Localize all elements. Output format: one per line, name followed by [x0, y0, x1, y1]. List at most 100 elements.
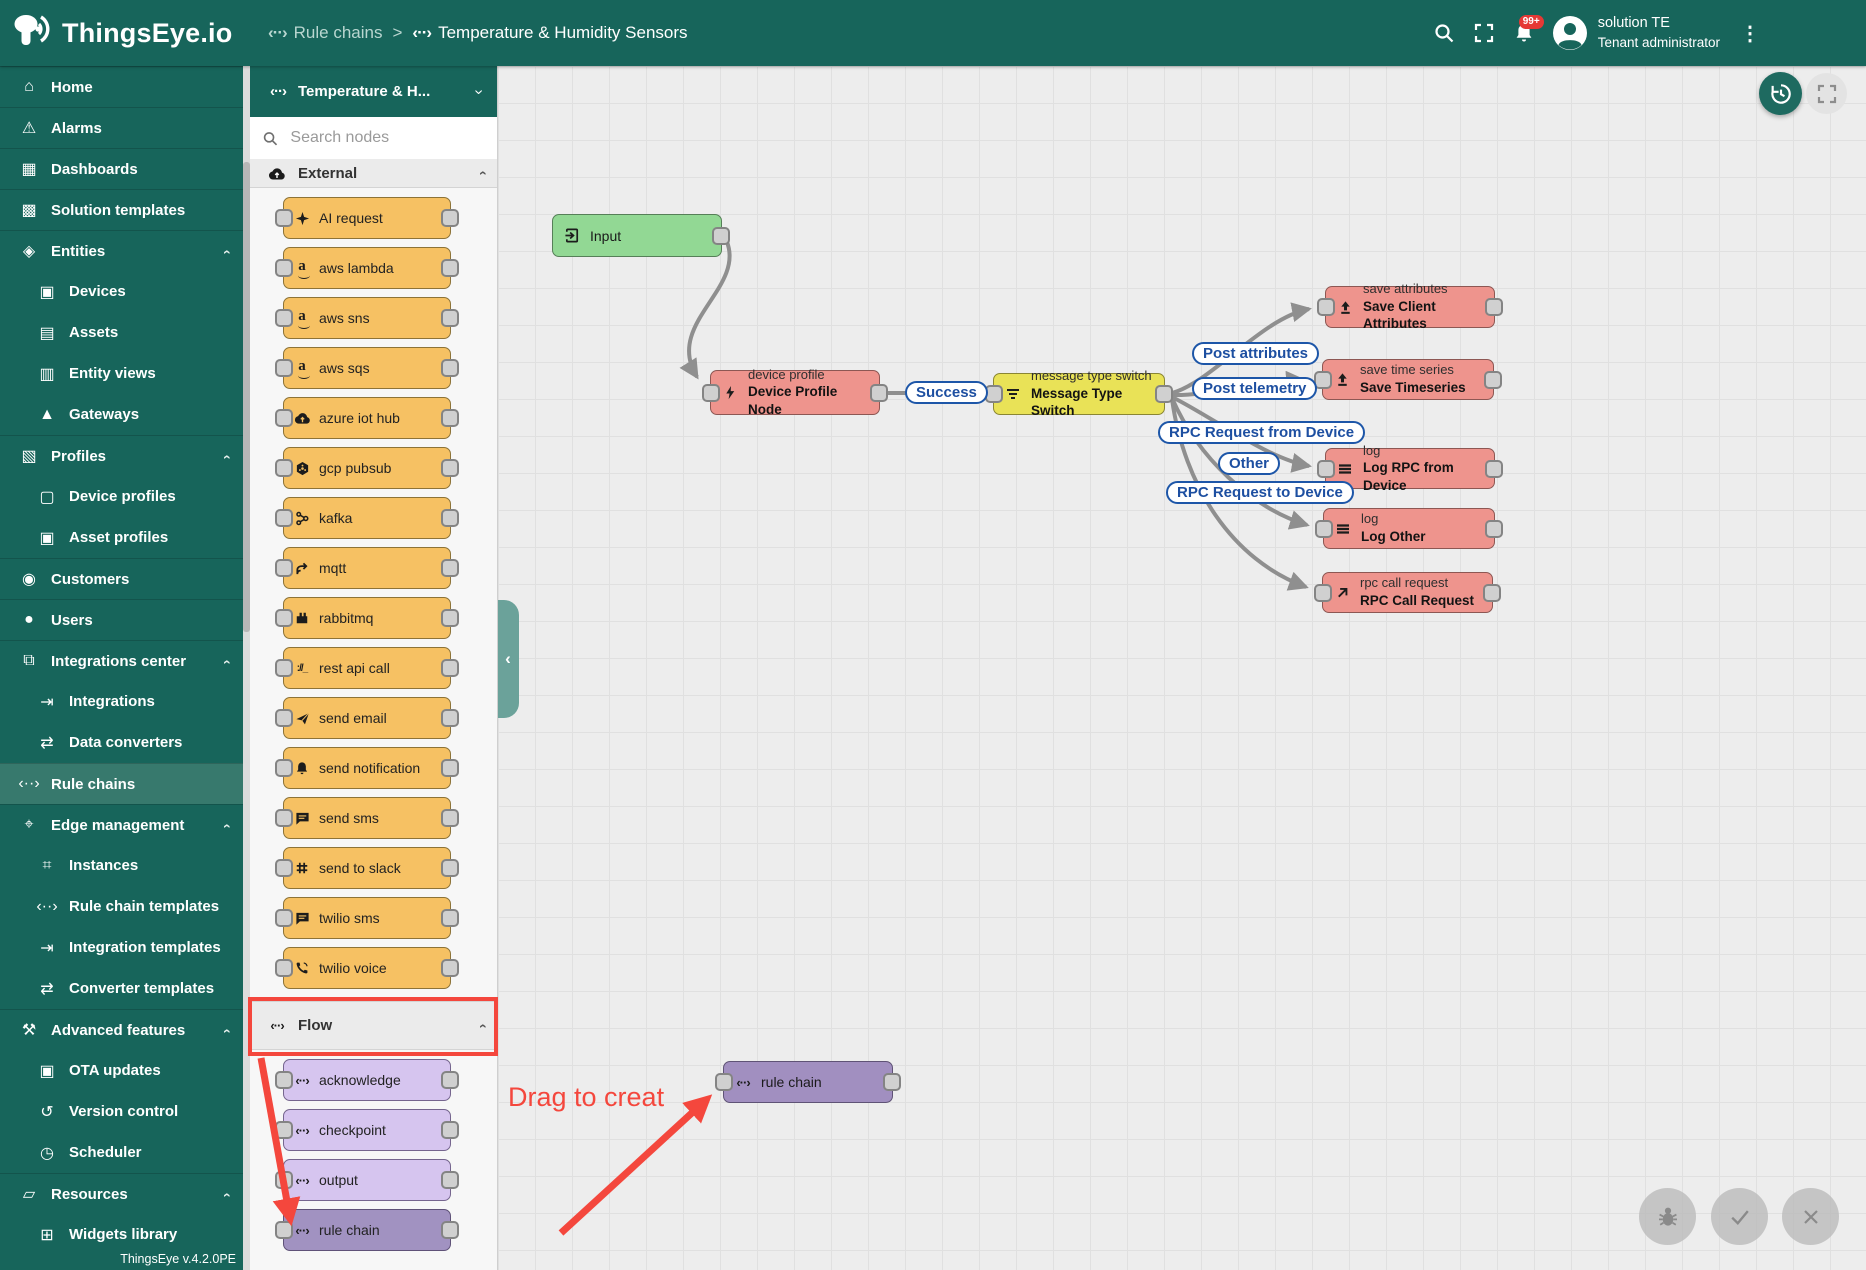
fullscreen-button[interactable] [1464, 13, 1504, 53]
edge-label-post-telemetry[interactable]: Post telemetry [1192, 377, 1317, 400]
palette-section-flow[interactable]: ‹··›Flow› [250, 1001, 497, 1050]
sidebar-item-integrations-center[interactable]: ⧉Integrations center› [0, 640, 243, 681]
collapse-palette-handle[interactable]: ‹ [497, 600, 519, 718]
connector-dot[interactable] [1485, 298, 1503, 316]
connector-dot[interactable] [441, 509, 459, 527]
connector-dot[interactable] [1317, 298, 1335, 316]
palette-section-external[interactable]: External› [250, 159, 497, 188]
canvas-node-log-rpc-from-device[interactable]: logLog RPC from Device [1325, 448, 1495, 489]
apply-changes-history-button[interactable] [1759, 72, 1802, 115]
search-nodes-input[interactable] [288, 128, 485, 148]
app-logo[interactable]: ThingsEye.io [0, 13, 268, 54]
sidebar-item-solution-templates[interactable]: ▩Solution templates [0, 189, 243, 230]
palette-node-aws-sns[interactable]: aaws sns [283, 297, 451, 339]
sidebar-item-rule-chain-templates[interactable]: ‹··›Rule chain templates [0, 886, 243, 927]
palette-node-ai-request[interactable]: AI request [283, 197, 451, 239]
sidebar-item-devices[interactable]: ▣Devices [0, 271, 243, 312]
canvas-node-log-other[interactable]: logLog Other [1323, 508, 1495, 549]
connector-dot[interactable] [275, 559, 293, 577]
connector-dot[interactable] [275, 1121, 293, 1139]
rule-chain-canvas[interactable]: Inputdevice profileDevice Profile Nodeme… [498, 66, 1866, 1270]
palette-node-gcp-pubsub[interactable]: gcp pubsub [283, 447, 451, 489]
connector-dot[interactable] [870, 384, 888, 402]
connector-dot[interactable] [275, 859, 293, 877]
palette-node-output[interactable]: ‹··›output [283, 1159, 451, 1201]
palette-node-rest-api-call[interactable]: ://_rest api call [283, 647, 451, 689]
connector-dot[interactable] [441, 1121, 459, 1139]
palette-node-kafka[interactable]: kafka [283, 497, 451, 539]
sidebar-item-dashboards[interactable]: ▦Dashboards [0, 148, 243, 189]
sidebar-item-version-control[interactable]: ↺Version control [0, 1091, 243, 1132]
cancel-changes-button[interactable] [1782, 1188, 1839, 1245]
connector-dot[interactable] [1315, 520, 1333, 538]
connector-dot[interactable] [441, 1221, 459, 1239]
connector-dot[interactable] [441, 459, 459, 477]
sidebar-item-data-converters[interactable]: ⇄Data converters [0, 722, 243, 763]
connector-dot[interactable] [441, 809, 459, 827]
connector-dot[interactable] [441, 1171, 459, 1189]
canvas-node-save-attributes[interactable]: save attributesSave Client Attributes [1325, 286, 1495, 328]
sidebar-item-home[interactable]: ⌂Home [0, 66, 243, 107]
connector-dot[interactable] [715, 1073, 733, 1091]
search-button[interactable] [1424, 13, 1464, 53]
palette-node-send-sms[interactable]: send sms [283, 797, 451, 839]
sidebar-item-integration-templates[interactable]: ⇥Integration templates [0, 927, 243, 968]
connector-dot[interactable] [712, 227, 730, 245]
sidebar-item-profiles[interactable]: ▧Profiles› [0, 435, 243, 476]
sidebar-item-gateways[interactable]: ▲Gateways [0, 394, 243, 435]
apply-changes-button[interactable] [1711, 1188, 1768, 1245]
palette-node-azure-iot-hub[interactable]: azure iot hub [283, 397, 451, 439]
connector-dot[interactable] [1485, 520, 1503, 538]
connector-dot[interactable] [1314, 584, 1332, 602]
palette-node-send-email[interactable]: send email [283, 697, 451, 739]
sidebar-item-ota-updates[interactable]: ▣OTA updates [0, 1050, 243, 1091]
connector-dot[interactable] [441, 309, 459, 327]
connector-dot[interactable] [275, 509, 293, 527]
connector-dot[interactable] [275, 359, 293, 377]
rule-chain-selector[interactable]: ‹··› Temperature & H... › [250, 66, 497, 117]
connector-dot[interactable] [441, 759, 459, 777]
sidebar-item-device-profiles[interactable]: ▢Device profiles [0, 476, 243, 517]
breadcrumb-root[interactable]: ‹··› Rule chains [268, 23, 382, 43]
palette-scrollbar[interactable] [243, 66, 250, 1270]
sidebar-item-customers[interactable]: ◉Customers [0, 558, 243, 599]
connector-dot[interactable] [275, 1221, 293, 1239]
edge-label-success[interactable]: Success [905, 381, 988, 404]
sidebar-item-alarms[interactable]: ⚠Alarms [0, 107, 243, 148]
more-menu-button[interactable]: ⋮ [1730, 21, 1770, 46]
edge-input-to-device-profile[interactable] [689, 242, 730, 377]
canvas-node-save-timeseries[interactable]: save time seriesSave Timeseries [1322, 359, 1494, 400]
sidebar-item-users[interactable]: ●Users [0, 599, 243, 640]
sidebar-item-converter-templates[interactable]: ⇄Converter templates [0, 968, 243, 1009]
connector-dot[interactable] [275, 959, 293, 977]
connector-dot[interactable] [275, 209, 293, 227]
connector-dot[interactable] [1485, 460, 1503, 478]
connector-dot[interactable] [441, 1071, 459, 1089]
palette-node-mqtt[interactable]: mqtt [283, 547, 451, 589]
connector-dot[interactable] [441, 909, 459, 927]
palette-node-aws-lambda[interactable]: aaws lambda [283, 247, 451, 289]
connector-dot[interactable] [275, 259, 293, 277]
sidebar-item-scheduler[interactable]: ◷Scheduler [0, 1132, 243, 1173]
canvas-fullscreen-button[interactable] [1806, 73, 1847, 114]
sidebar-item-integrations[interactable]: ⇥Integrations [0, 681, 243, 722]
sidebar-item-assets[interactable]: ▤Assets [0, 312, 243, 353]
canvas-node-rpc-call-request[interactable]: rpc call requestRPC Call Request [1322, 572, 1493, 613]
connector-dot[interactable] [441, 709, 459, 727]
notifications-button[interactable]: 99+ [1504, 13, 1544, 53]
sidebar-item-edge-management[interactable]: ⌖Edge management› [0, 804, 243, 845]
canvas-node-rule-chain[interactable]: ‹··›rule chain [723, 1061, 893, 1103]
palette-node-rule-chain[interactable]: ‹··›rule chain [283, 1209, 451, 1251]
palette-node-send-notification[interactable]: send notification [283, 747, 451, 789]
connector-dot[interactable] [275, 309, 293, 327]
connector-dot[interactable] [441, 359, 459, 377]
sidebar-item-instances[interactable]: ⌗Instances [0, 845, 243, 886]
sidebar-item-resources[interactable]: ▱Resources› [0, 1173, 243, 1214]
connector-dot[interactable] [441, 259, 459, 277]
palette-node-twilio-voice[interactable]: twilio voice [283, 947, 451, 989]
connector-dot[interactable] [441, 859, 459, 877]
edge-label-rpc-request-to-device[interactable]: RPC Request to Device [1166, 481, 1354, 504]
palette-node-checkpoint[interactable]: ‹··›checkpoint [283, 1109, 451, 1151]
sidebar-item-rule-chains[interactable]: ‹··›Rule chains [0, 763, 243, 804]
sidebar-item-advanced-features[interactable]: ⚒Advanced features› [0, 1009, 243, 1050]
